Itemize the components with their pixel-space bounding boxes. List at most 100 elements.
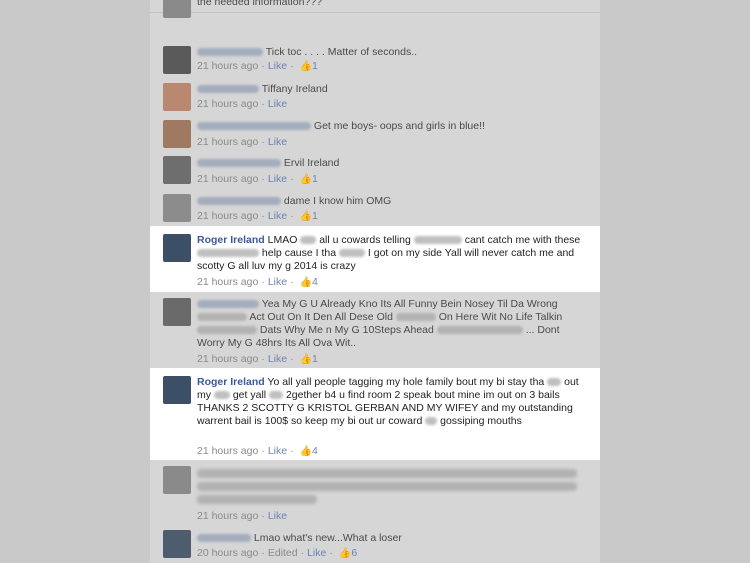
- comment-item: Lmao what's new...What a loser 20 hours …: [150, 526, 600, 563]
- like-link[interactable]: Like: [268, 210, 287, 222]
- like-link[interactable]: Like: [307, 547, 326, 559]
- comment-meta: 21 hours ago · Like · 👍4: [197, 276, 318, 288]
- comment-meta: 20 hours ago · Edited · Like · 👍6: [197, 547, 358, 559]
- comment-text-part: Dats Why Me n My G 10Steps Ahead: [259, 324, 434, 336]
- avatar[interactable]: [163, 0, 191, 18]
- blurred-word: [425, 417, 438, 426]
- thumbs-up-icon: 👍: [338, 548, 352, 559]
- avatar[interactable]: [163, 466, 191, 494]
- comment-text: Get me boys- oops and girls in blue!!: [313, 120, 485, 132]
- thumbs-up-icon: 👍: [299, 277, 313, 288]
- comment-text: Lmao what's new...What a loser: [253, 532, 402, 544]
- like-count[interactable]: 1: [312, 353, 318, 365]
- comment-text-part: all u cowards telling: [319, 234, 411, 246]
- like-count[interactable]: 6: [351, 547, 357, 559]
- blurred-name: [197, 85, 259, 94]
- like-link[interactable]: Like: [268, 173, 287, 185]
- like-count[interactable]: 4: [312, 445, 318, 457]
- comment-text-part: LMAO: [267, 234, 298, 246]
- avatar[interactable]: [163, 120, 191, 148]
- comment-text: Ervil Ireland: [283, 157, 340, 169]
- comment-body: Roger Ireland LMAO all u cowards telling…: [197, 234, 590, 273]
- blurred-word: [197, 326, 257, 335]
- comment-time[interactable]: 21 hours ago: [197, 136, 258, 148]
- blurred-name: [197, 48, 263, 57]
- comment-item-highlighted: Roger Ireland Yo all yall people tagging…: [150, 368, 600, 460]
- blurred-name: [197, 534, 251, 543]
- comment-time[interactable]: 21 hours ago: [197, 60, 258, 72]
- comment-time[interactable]: 21 hours ago: [197, 276, 258, 288]
- avatar[interactable]: [163, 376, 191, 404]
- comment-item: Tick toc . . . . Matter of seconds.. 21 …: [150, 40, 600, 76]
- blurred-text: [197, 482, 577, 491]
- comment-text-part: get yall: [232, 389, 267, 401]
- avatar[interactable]: [163, 530, 191, 558]
- blurred-word: [436, 326, 523, 335]
- like-count[interactable]: 1: [312, 173, 318, 185]
- comment-meta: 21 hours ago · Like · 👍1: [197, 353, 318, 365]
- comment-time[interactable]: 21 hours ago: [197, 510, 258, 522]
- avatar[interactable]: [163, 156, 191, 184]
- edited-label[interactable]: Edited: [268, 547, 298, 559]
- avatar[interactable]: [163, 83, 191, 111]
- comment-meta: 21 hours ago · Like · 👍4: [197, 445, 318, 457]
- comment-text-part: On Here Wit No Life Talkin: [438, 311, 563, 323]
- blurred-word: [338, 249, 365, 258]
- comment-item: Ervil Ireland 21 hours ago · Like · 👍1: [150, 154, 600, 190]
- comment-time[interactable]: 21 hours ago: [197, 173, 258, 185]
- like-link[interactable]: Like: [268, 353, 287, 365]
- like-link[interactable]: Like: [268, 276, 287, 288]
- comment-time[interactable]: 21 hours ago: [197, 210, 258, 222]
- avatar[interactable]: [163, 194, 191, 222]
- blurred-name: [197, 300, 259, 309]
- comment-meta: 21 hours ago · Like: [197, 510, 288, 522]
- blurred-word: [197, 249, 259, 258]
- comment-item: Get me boys- oops and girls in blue!! 21…: [150, 116, 600, 152]
- like-link[interactable]: Like: [268, 510, 287, 522]
- comment-text: dame I know him OMG: [283, 195, 392, 207]
- blurred-name: [197, 159, 281, 168]
- comment-meta: 21 hours ago · Like: [197, 136, 288, 148]
- like-count[interactable]: 1: [312, 60, 318, 72]
- like-link[interactable]: Like: [268, 445, 287, 457]
- like-link[interactable]: Like: [268, 60, 287, 72]
- comment-text: Tiffany Ireland: [261, 83, 328, 95]
- comment-body: Yea My G U Already Kno Its All Funny Bei…: [197, 298, 590, 350]
- like-link[interactable]: Like: [268, 136, 287, 148]
- like-link[interactable]: Like: [268, 98, 287, 110]
- comment-text: Tick toc . . . . Matter of seconds..: [265, 46, 418, 58]
- blurred-word: [547, 378, 562, 387]
- comment-item-highlighted: Roger Ireland LMAO all u cowards telling…: [150, 226, 600, 292]
- blurred-word: [197, 313, 247, 322]
- comment-author[interactable]: Roger Ireland: [197, 234, 265, 246]
- comment-body: Get me boys- oops and girls in blue!!: [197, 120, 590, 133]
- comment-item: Tiffany Ireland 21 hours ago · Like: [150, 79, 600, 115]
- comment-text-part: gossiping mouths: [440, 415, 522, 427]
- blurred-word: [413, 236, 462, 245]
- comment-time[interactable]: 21 hours ago: [197, 445, 258, 457]
- comment-body: Lmao what's new...What a loser: [197, 532, 590, 545]
- comment-item: 21 hours ago · Like: [150, 462, 600, 524]
- comment-time[interactable]: 21 hours ago: [197, 353, 258, 365]
- thumbs-up-icon: 👍: [299, 446, 313, 457]
- comment-meta: 21 hours ago · Like · 👍1: [197, 173, 318, 185]
- comment-body: dame I know him OMG: [197, 195, 590, 208]
- avatar[interactable]: [163, 234, 191, 262]
- comment-text-part: help cause I tha: [261, 247, 337, 259]
- comment-item: the needed information???: [150, 0, 600, 22]
- blurred-text: [197, 469, 577, 478]
- comment-body: Tiffany Ireland: [197, 83, 590, 96]
- like-count[interactable]: 1: [312, 210, 318, 222]
- like-count[interactable]: 4: [312, 276, 318, 288]
- thumbs-up-icon: 👍: [299, 174, 313, 185]
- avatar[interactable]: [163, 298, 191, 326]
- comment-meta: 21 hours ago · Like · 👍1: [197, 60, 318, 72]
- blurred-name: [197, 197, 281, 206]
- avatar[interactable]: [163, 46, 191, 74]
- comment-author[interactable]: Roger Ireland: [197, 376, 265, 388]
- comment-text: the needed information???: [197, 0, 322, 8]
- thumbs-up-icon: 👍: [299, 61, 313, 72]
- comment-time[interactable]: 20 hours ago: [197, 547, 258, 559]
- blurred-text: [197, 495, 317, 504]
- comment-time[interactable]: 21 hours ago: [197, 98, 258, 110]
